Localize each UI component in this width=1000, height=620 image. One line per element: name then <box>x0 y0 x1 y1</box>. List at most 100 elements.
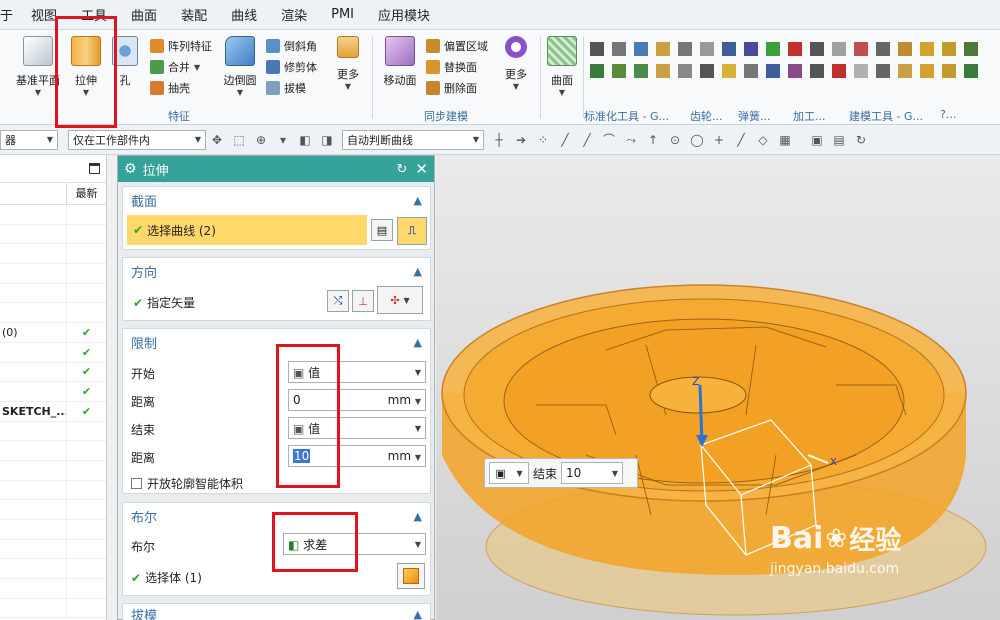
collapse-icon[interactable]: ▲ <box>414 608 422 620</box>
tool-icon[interactable] <box>832 64 846 78</box>
tool-icon[interactable] <box>590 42 604 56</box>
navigator-row[interactable]: (0) ✔ <box>0 323 106 343</box>
curve-rule-combo[interactable]: 自动判断曲线 ▼ <box>342 129 484 150</box>
tool-icon[interactable] <box>656 42 670 56</box>
arrow-icon[interactable]: ➔ <box>514 133 528 147</box>
move-face-button[interactable]: 移动面 <box>378 36 422 88</box>
tool-icon[interactable] <box>920 64 934 78</box>
type-filter-combo[interactable]: 器 ▼ <box>0 129 58 150</box>
tool-icon[interactable] <box>788 64 802 78</box>
view-icon[interactable]: ▣ <box>810 133 824 147</box>
existing-point-icon[interactable]: ◇ <box>756 133 770 147</box>
navigator-row[interactable] <box>0 264 106 284</box>
surface-button[interactable]: 曲面 ▼ <box>544 36 580 97</box>
navigator-row[interactable] <box>0 303 106 324</box>
section-header[interactable]: 截面 ▲ <box>123 187 430 213</box>
endpoint-icon[interactable]: ↑ <box>646 133 660 147</box>
navigator-row[interactable]: ✔ <box>0 362 106 383</box>
print-icon[interactable]: ▤ <box>832 133 846 147</box>
chevron-down-icon[interactable]: ▼ <box>415 453 421 462</box>
navigator-row[interactable]: ✔ <box>0 342 106 363</box>
select-body-row[interactable]: ✔ 选择体 (1) <box>131 569 202 586</box>
navigator-row[interactable] <box>0 579 106 599</box>
tool-icon[interactable] <box>678 64 692 78</box>
graphics-window[interactable]: Z X <box>436 155 1000 620</box>
dots-icon[interactable]: ⁘ <box>536 133 550 147</box>
tool-icon[interactable] <box>810 42 824 56</box>
open-profile-checkbox[interactable] <box>131 478 142 489</box>
navigator-row[interactable]: SKETCH_... ✔ <box>0 401 106 422</box>
draft-button[interactable]: 拔模 <box>266 78 306 98</box>
reset-icon[interactable]: ↻ <box>397 162 408 177</box>
tool-icon[interactable] <box>942 64 956 78</box>
dropdown-icon[interactable]: ▾ <box>276 133 290 147</box>
menu-item-apps[interactable]: 应用模块 <box>366 5 442 24</box>
menu-item-curve[interactable]: 曲线 <box>219 5 269 24</box>
sketch-section-button[interactable]: ▤ <box>371 219 393 241</box>
navigator-row[interactable] <box>0 441 106 461</box>
offset-region-button[interactable]: 偏置区域 <box>426 36 488 56</box>
tool-icon[interactable] <box>832 42 846 56</box>
selection-scope-combo[interactable]: 仅在工作部件内 ▼ <box>68 129 206 150</box>
center-icon[interactable]: ⊙ <box>668 133 682 147</box>
collapse-icon[interactable]: ▲ <box>414 336 422 349</box>
tool-icon[interactable] <box>942 42 956 56</box>
curve-selection-button[interactable]: ⎍ <box>397 217 427 245</box>
end-value-input[interactable]: 10 ▼ <box>561 462 624 484</box>
shell-button[interactable]: 抽壳 <box>150 78 190 98</box>
pattern-feature-button[interactable]: 阵列特征 <box>150 36 212 56</box>
tool-icon[interactable] <box>656 64 670 78</box>
tool-icon[interactable] <box>700 64 714 78</box>
quadrant-icon[interactable]: ◯ <box>690 133 704 147</box>
navigator-row[interactable] <box>0 500 106 520</box>
tool-icon[interactable] <box>766 42 780 56</box>
menu-item-partial[interactable]: 于 <box>0 5 19 24</box>
limit-type-dropdown[interactable]: ▣ ▼ <box>489 462 529 484</box>
line-icon[interactable]: ╱ <box>558 133 572 147</box>
reverse-direction-button[interactable]: ⤭ <box>327 290 349 312</box>
tool-icon[interactable] <box>788 42 802 56</box>
navigator-row[interactable] <box>0 205 106 225</box>
chamfer-button[interactable]: 倒斜角 <box>266 36 317 56</box>
collapse-icon[interactable]: ▲ <box>414 265 422 278</box>
collapse-icon[interactable]: ▲ <box>414 510 422 523</box>
plus-icon[interactable]: + <box>712 133 726 147</box>
edge-blend-button[interactable]: 边倒圆 ▼ <box>218 36 262 97</box>
navigator-row[interactable] <box>0 598 106 619</box>
tool-icon[interactable] <box>634 42 648 56</box>
tool-icon[interactable] <box>700 42 714 56</box>
navigator-row[interactable] <box>0 520 106 540</box>
snap-point-icon[interactable]: ⊕ <box>254 133 268 147</box>
snap-icon[interactable]: ✥ <box>210 133 224 147</box>
navigator-row[interactable] <box>0 283 106 304</box>
curve-icon[interactable]: ⌒ <box>602 133 616 147</box>
select-body-button[interactable] <box>397 563 425 589</box>
unite-button[interactable]: 合并 ▼ <box>150 57 200 77</box>
delete-face-button[interactable]: 删除面 <box>426 78 477 98</box>
navigator-row[interactable] <box>0 559 106 580</box>
select-icon[interactable]: ⬚ <box>232 133 246 147</box>
select-curve-row[interactable]: ✔ 选择曲线 (2) <box>127 215 367 245</box>
midpoint-icon[interactable]: ⤳ <box>624 133 638 147</box>
specify-vector-row[interactable]: ✔ 指定矢量 <box>133 294 195 311</box>
tool-icon[interactable] <box>722 42 736 56</box>
trim-body-button[interactable]: 修剪体 <box>266 57 317 77</box>
navigator-row[interactable] <box>0 460 106 481</box>
open-profile-row[interactable]: 开放轮廓智能体积 <box>131 475 243 492</box>
tool-icon[interactable] <box>964 42 978 56</box>
vector-type-dropdown[interactable]: ✣ ▼ <box>377 286 423 314</box>
maximize-icon[interactable] <box>89 163 100 174</box>
tool-icon[interactable] <box>854 64 868 78</box>
menu-item-assembly[interactable]: 装配 <box>169 5 219 24</box>
navigator-row[interactable]: ✔ <box>0 382 106 402</box>
menu-item-render[interactable]: 渲染 <box>269 5 319 24</box>
component-icon[interactable]: ◨ <box>320 133 334 147</box>
solid-body-icon[interactable]: ◧ <box>298 133 312 147</box>
menu-item-pmi[interactable]: PMI <box>319 7 366 22</box>
tool-icon[interactable] <box>634 64 648 78</box>
navigator-row[interactable] <box>0 244 106 265</box>
gear-icon[interactable]: ⚙ <box>124 161 137 177</box>
tool-icon[interactable] <box>766 64 780 78</box>
tool-icon[interactable] <box>612 42 626 56</box>
navigator-row[interactable] <box>0 421 106 442</box>
